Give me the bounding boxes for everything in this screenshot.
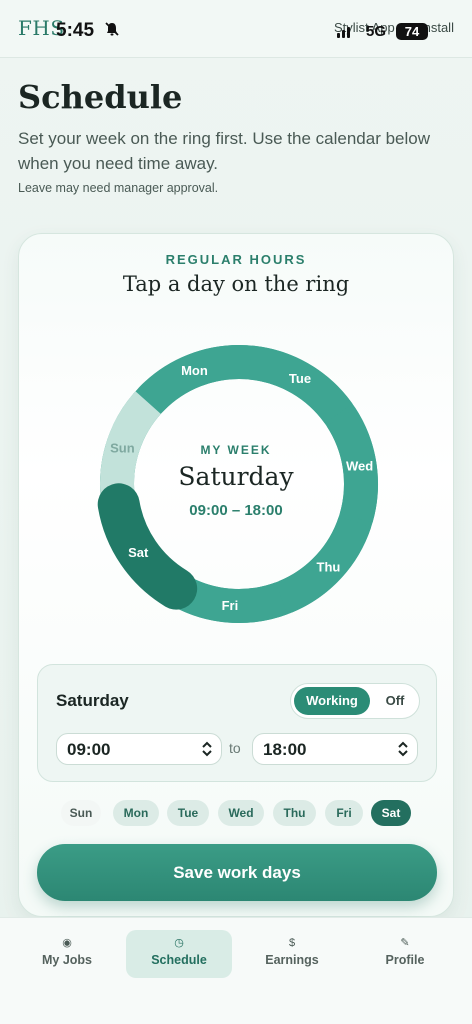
day-chip-sat[interactable]: Sat (371, 800, 411, 826)
page-subtitle: Set your week on the ring first. Use the… (18, 129, 430, 173)
editor-day-label: Saturday (56, 691, 129, 710)
page-title: Schedule (18, 78, 183, 116)
clock-icon: ◷ (174, 937, 184, 949)
nav-schedule[interactable]: ◷ Schedule (126, 930, 232, 978)
nav-label: Earnings (265, 953, 319, 967)
ring-center-day: Saturday (178, 462, 294, 491)
day-chip-fri[interactable]: Fri (325, 800, 363, 826)
jobs-icon: ◉ (62, 937, 72, 949)
nav-label: Schedule (151, 953, 207, 967)
working-off-toggle[interactable]: Working Off (290, 683, 420, 719)
approval-note: Leave may need manager approval. (18, 181, 219, 195)
network-indicator: 5G (366, 23, 387, 40)
card-title: Tap a day on the ring (122, 272, 350, 296)
end-time-value: 18:00 (263, 740, 307, 759)
ring-center-eyebrow: MY WEEK (200, 443, 272, 457)
working-option[interactable]: Working (294, 687, 370, 715)
chevron-updown-icon (202, 741, 212, 757)
ring-label-mon: Mon (181, 363, 208, 378)
nav-label: Profile (385, 953, 425, 967)
day-chip-wed[interactable]: Wed (218, 800, 264, 826)
ring-center-hours: 09:00 – 18:00 (189, 502, 283, 519)
clock: 5:45 (56, 20, 95, 41)
nav-earnings[interactable]: $ Earnings (239, 930, 345, 978)
start-time-select[interactable]: 09:00 (56, 733, 222, 765)
pencil-icon: ✎ (400, 937, 410, 949)
ring-label-thu: Thu (317, 559, 341, 574)
day-chip-tue[interactable]: Tue (167, 800, 209, 826)
start-time-value: 09:00 (67, 740, 111, 759)
nav-my-jobs[interactable]: ◉ My Jobs (14, 930, 120, 978)
day-chip-thu[interactable]: Thu (273, 800, 316, 826)
time-range-separator: to (229, 740, 241, 756)
status-bar: FHS 5:45 Stylist App Install 5G 74 (0, 0, 472, 58)
ring-label-tue: Tue (289, 371, 311, 386)
dollar-icon: $ (288, 937, 296, 949)
day-chip-mon[interactable]: Mon (113, 800, 159, 826)
day-editor: Saturday Working Off 09:00 to 18:00 (37, 664, 437, 782)
battery-indicator: 74 (396, 23, 428, 40)
save-work-days-button[interactable]: Save work days (37, 844, 437, 901)
end-time-select[interactable]: 18:00 (252, 733, 418, 765)
bottom-nav: ◉ My Jobs ◷ Schedule $ Earnings ✎ Profil… (0, 917, 472, 1024)
ring-label-sat: Sat (128, 545, 149, 560)
ring-label-fri: Fri (222, 598, 239, 613)
nav-profile[interactable]: ✎ Profile (352, 930, 458, 978)
bell-muted-icon (105, 22, 119, 36)
card-eyebrow: REGULAR HOURS (165, 252, 307, 267)
regular-hours-card: REGULAR HOURS Tap a day on the ring Sat S… (18, 233, 454, 917)
signal-icon (337, 26, 355, 38)
day-chip-sun[interactable]: Sun (61, 800, 101, 826)
nav-label: My Jobs (41, 953, 92, 967)
chevron-updown-icon (398, 741, 408, 757)
off-option[interactable]: Off (373, 687, 417, 715)
